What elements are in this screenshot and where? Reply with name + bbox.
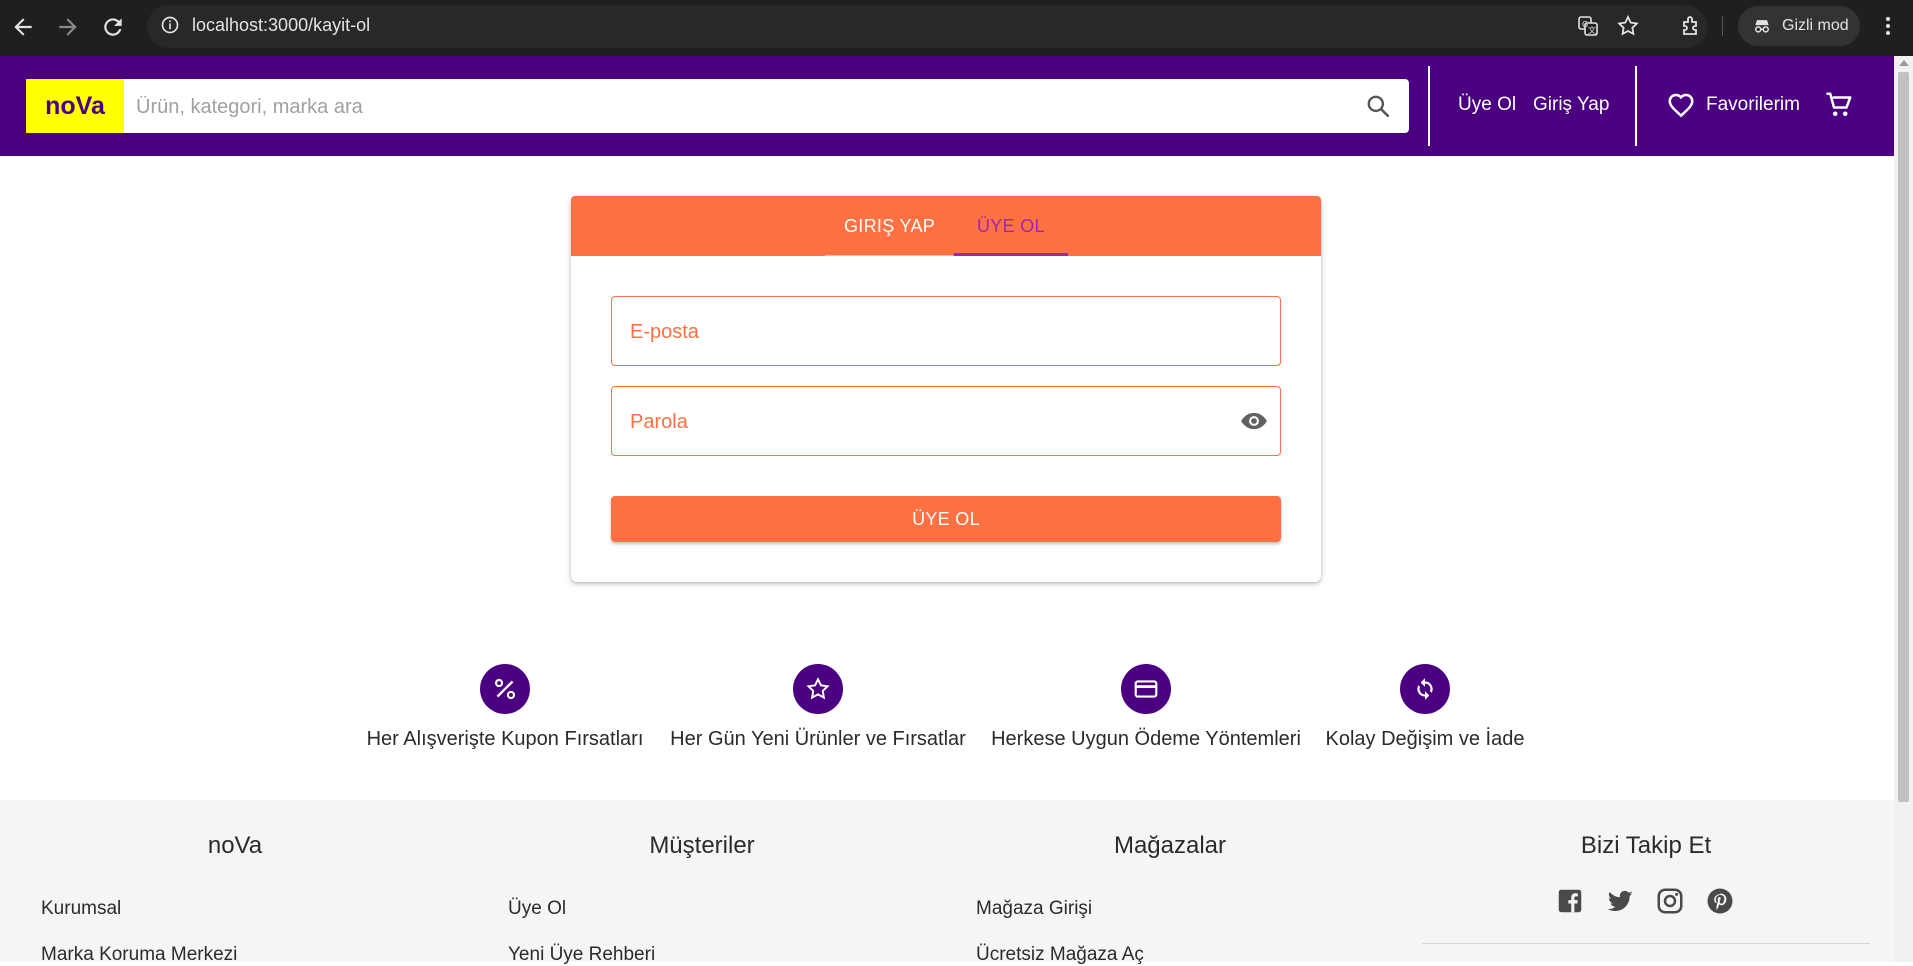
feature-icon-circle (480, 664, 530, 714)
reload-icon (104, 18, 122, 36)
extensions-icon[interactable] (1680, 14, 1704, 38)
credit-card-icon (1134, 680, 1158, 698)
search-input[interactable] (134, 79, 1338, 135)
back-arrow-icon (14, 18, 32, 36)
forward-button[interactable] (55, 14, 81, 40)
footer-column-stores: Mağazalar Mağaza Girişi Ücretsiz Mağaza … (935, 800, 1405, 965)
url-text[interactable]: localhost:3000/kayit-ol (192, 15, 370, 36)
scrollbar-thumb[interactable] (1898, 72, 1909, 802)
address-bar[interactable] (147, 5, 1707, 48)
forward-arrow-icon (59, 18, 77, 36)
auth-card: GIRIŞ YAP ÜYE OL ÜYE OL (571, 196, 1321, 582)
password-field (611, 386, 1281, 457)
feature-icon-circle (793, 664, 843, 714)
tab-signup[interactable]: ÜYE OL (977, 216, 1045, 237)
footer-column-title: Bizi Takip Et (1580, 832, 1712, 859)
header-signup-link[interactable]: Üye Ol (1458, 94, 1516, 116)
email-input[interactable] (628, 297, 1232, 367)
incognito-icon (1755, 20, 1769, 33)
scroll-up-arrow[interactable] (1899, 60, 1909, 66)
footer-column-customers: Müşteriler Üye Ol Yeni Üye Rehberi (467, 800, 937, 965)
feature-label: Herkese Uygun Ödeme Yöntemleri (991, 728, 1301, 750)
active-tab-indicator (954, 253, 1068, 256)
incognito-label: Gizli mod (1782, 17, 1849, 34)
star-icon (806, 677, 830, 700)
footer-link[interactable]: Ücretsiz Mağaza Aç (976, 944, 1144, 966)
footer-link[interactable]: Yeni Üye Rehberi (508, 944, 655, 966)
feature-label: Kolay Değişim ve İade (1325, 728, 1525, 750)
footer-link[interactable]: Mağaza Girişi (976, 898, 1092, 920)
cart-icon[interactable] (1824, 90, 1854, 120)
footer-divider (1422, 943, 1870, 944)
footer-column-title: Mağazalar (1113, 832, 1227, 859)
toolbar-separator (1722, 16, 1723, 36)
footer-column-title: noVa (207, 832, 263, 859)
email-field (611, 296, 1281, 367)
incognito-badge[interactable]: Gizli mod (1738, 6, 1860, 46)
heart-icon (1668, 93, 1694, 118)
browser-menu-icon[interactable] (1876, 14, 1900, 38)
translate-icon[interactable]: G文 (1576, 14, 1600, 38)
footer-column-follow: Bizi Takip Et (1411, 800, 1881, 962)
browser-toolbar: localhost:3000/kayit-ol G文 Gizli mod (0, 0, 1913, 56)
bookmark-star-icon[interactable] (1616, 14, 1640, 38)
header-divider (1428, 66, 1430, 146)
svg-text:文: 文 (1588, 25, 1596, 35)
feature-payment: Herkese Uygun Ödeme Yöntemleri (986, 664, 1306, 754)
eye-icon[interactable] (1240, 409, 1268, 433)
footer-link[interactable]: Kurumsal (41, 898, 121, 920)
feature-icon-circle (1121, 664, 1171, 714)
percent-icon (494, 678, 516, 700)
favorites-label: Favorilerim (1706, 94, 1800, 115)
feature-icon-circle (1400, 664, 1450, 714)
footer-column-nova: noVa Kurumsal Marka Koruma Merkezi (0, 800, 470, 965)
feature-coupons: Her Alışverişte Kupon Fırsatları (359, 664, 651, 754)
footer-link[interactable]: Üye Ol (508, 898, 566, 920)
tab-divider-line (825, 255, 953, 256)
feature-label: Her Gün Yeni Ürünler ve Fırsatlar (670, 728, 966, 750)
feature-label: Her Alışverişte Kupon Fırsatları (366, 728, 644, 750)
facebook-icon[interactable] (1555, 886, 1585, 916)
site-header: noVa Üye Ol Giriş Yap Favorilerim (0, 56, 1894, 156)
site-footer: noVa Kurumsal Marka Koruma Merkezi Müşte… (0, 800, 1894, 965)
refresh-icon (1417, 678, 1433, 700)
footer-link[interactable]: Marka Koruma Merkezi (41, 944, 237, 966)
tab-login[interactable]: GIRIŞ YAP (844, 216, 935, 237)
back-button[interactable] (10, 14, 36, 40)
instagram-icon[interactable] (1655, 886, 1685, 916)
footer-column-title: Müşteriler (649, 832, 755, 859)
password-input[interactable] (628, 387, 1232, 457)
reload-button[interactable] (100, 14, 126, 40)
feature-returns: Kolay Değişim ve İade (1322, 664, 1528, 754)
search-icon[interactable] (1365, 93, 1391, 119)
site-logo[interactable]: noVa (26, 79, 124, 133)
twitter-icon[interactable] (1605, 886, 1635, 916)
search-bar (124, 79, 1409, 135)
signup-submit-button[interactable]: ÜYE OL (611, 496, 1281, 542)
header-divider (1635, 66, 1637, 146)
header-login-link[interactable]: Giriş Yap (1533, 94, 1609, 116)
auth-tabs: GIRIŞ YAP ÜYE OL (571, 196, 1321, 256)
pinterest-icon[interactable] (1705, 886, 1735, 916)
feature-new-products: Her Gün Yeni Ürünler ve Fırsatlar (665, 664, 971, 754)
site-info-icon[interactable] (160, 15, 180, 35)
